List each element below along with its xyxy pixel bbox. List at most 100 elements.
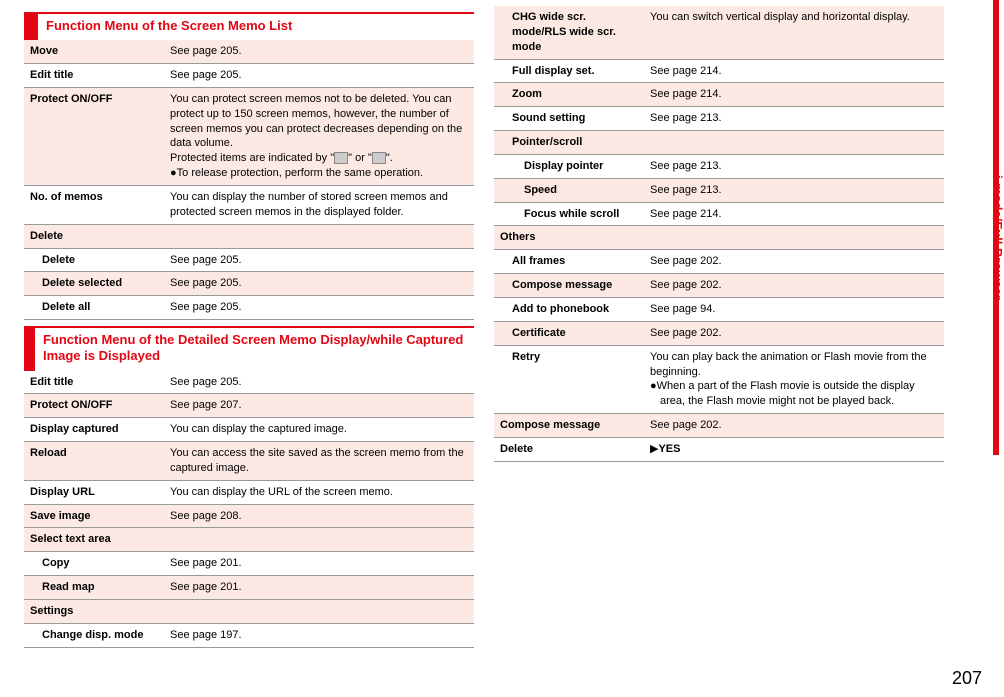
table-row: Protect ON/OFF See page 207. [24,394,474,418]
text: You can play back the animation or Flash… [650,351,927,378]
table-row: Full display set. See page 214. [494,59,944,83]
row-label: Retry [494,345,644,413]
table-row: Display pointer See page 213. [494,154,944,178]
bullet-text: ●When a part of the Flash movie is outsi… [650,379,938,409]
text: You can protect screen memos not to be d… [170,93,462,150]
subsection-row: Others [494,226,944,250]
table-row: CHG wide scr. mode/RLS wide scr. mode Yo… [494,6,944,59]
row-desc: See page 205. [164,40,474,63]
row-label: Display URL [24,480,164,504]
row-label: Change disp. mode [24,623,164,647]
right-column: CHG wide scr. mode/RLS wide scr. mode Yo… [494,6,944,648]
table-row: No. of memos You can display the number … [24,186,474,225]
subsection-label: Delete [24,224,474,248]
row-desc: See page 205. [164,371,474,394]
bullet-text: ●To release protection, perform the same… [170,166,423,181]
row-label: Display captured [24,418,164,442]
row-desc: See page 205. [164,64,474,88]
row-label: All frames [494,250,644,274]
row-label: Delete selected [24,272,164,296]
table-row: Move See page 205. [24,40,474,63]
row-desc: You can protect screen memos not to be d… [164,87,474,185]
row-desc: See page 214. [644,202,944,226]
menu-table-1: Move See page 205. Edit title See page 2… [24,40,474,320]
row-desc: See page 202. [644,274,944,298]
table-row: Certificate See page 202. [494,321,944,345]
row-label: Protect ON/OFF [24,394,164,418]
red-block-icon [24,14,38,40]
table-row: Delete all See page 205. [24,296,474,320]
row-label: Reload [24,442,164,481]
row-desc: See page 202. [644,250,944,274]
row-desc: You can access the site saved as the scr… [164,442,474,481]
row-label: Edit title [24,64,164,88]
side-tab: i-mode/Full Browser [984,0,1004,697]
row-desc: You can display the captured image. [164,418,474,442]
row-label: Speed [494,178,644,202]
table-row: Protect ON/OFF You can protect screen me… [24,87,474,185]
table-row: Focus while scroll See page 214. [494,202,944,226]
table-row: Display captured You can display the cap… [24,418,474,442]
table-row: Delete ▶YES [494,437,944,461]
row-label: Edit title [24,371,164,394]
row-desc: ▶YES [644,437,944,461]
left-column: Function Menu of the Screen Memo List Mo… [24,6,474,648]
row-label: Protect ON/OFF [24,87,164,185]
row-label: Delete [24,248,164,272]
row-desc: You can play back the animation or Flash… [644,345,944,413]
table-row: Copy See page 201. [24,552,474,576]
text: " or " [348,152,372,164]
subsection-row: Pointer/scroll [494,131,944,155]
row-label: Certificate [494,321,644,345]
red-block-icon [24,328,35,371]
table-row: Edit title See page 205. [24,64,474,88]
table-row: Speed See page 213. [494,178,944,202]
table-row: Compose message See page 202. [494,414,944,438]
row-desc: See page 214. [644,83,944,107]
table-row: Display URL You can display the URL of t… [24,480,474,504]
subsection-row: Select text area [24,528,474,552]
row-label: Zoom [494,83,644,107]
row-label: Display pointer [494,154,644,178]
row-label: Read map [24,576,164,600]
protect-icon [334,152,348,164]
row-desc: See page 205. [164,296,474,320]
row-label: Copy [24,552,164,576]
table-row: Change disp. mode See page 197. [24,623,474,647]
row-desc: You can switch vertical display and hori… [644,6,944,59]
row-label: No. of memos [24,186,164,225]
table-row: Reload You can access the site saved as … [24,442,474,481]
table-row: All frames See page 202. [494,250,944,274]
side-tab-label: i-mode/Full Browser [990,175,1004,300]
page-number: 207 [952,668,982,689]
table-row: Zoom See page 214. [494,83,944,107]
table-row: Delete See page 205. [24,248,474,272]
row-desc: See page 213. [644,107,944,131]
row-label: Save image [24,504,164,528]
table-row: Read map See page 201. [24,576,474,600]
table-row: Retry You can play back the animation or… [494,345,944,413]
subsection-label: Select text area [24,528,474,552]
text: Protected items are indicated by " [170,152,334,164]
row-label: Compose message [494,274,644,298]
row-desc: See page 213. [644,178,944,202]
row-desc: See page 213. [644,154,944,178]
subsection-label: Pointer/scroll [494,131,944,155]
row-desc: See page 201. [164,552,474,576]
row-desc: See page 202. [644,321,944,345]
row-desc: You can display the URL of the screen me… [164,480,474,504]
table-row: Compose message See page 202. [494,274,944,298]
row-label: CHG wide scr. mode/RLS wide scr. mode [494,6,644,59]
row-label: Sound setting [494,107,644,131]
menu-table-2a: Edit title See page 205. Protect ON/OFF … [24,371,474,648]
row-desc: See page 202. [644,414,944,438]
row-label: Add to phonebook [494,297,644,321]
row-desc: See page 208. [164,504,474,528]
subsection-label: Settings [24,600,474,624]
row-desc: See page 205. [164,272,474,296]
row-desc: See page 214. [644,59,944,83]
row-desc: See page 205. [164,248,474,272]
subsection-row: Delete [24,224,474,248]
section-title-1: Function Menu of the Screen Memo List [38,14,300,40]
row-desc: You can display the number of stored scr… [164,186,474,225]
